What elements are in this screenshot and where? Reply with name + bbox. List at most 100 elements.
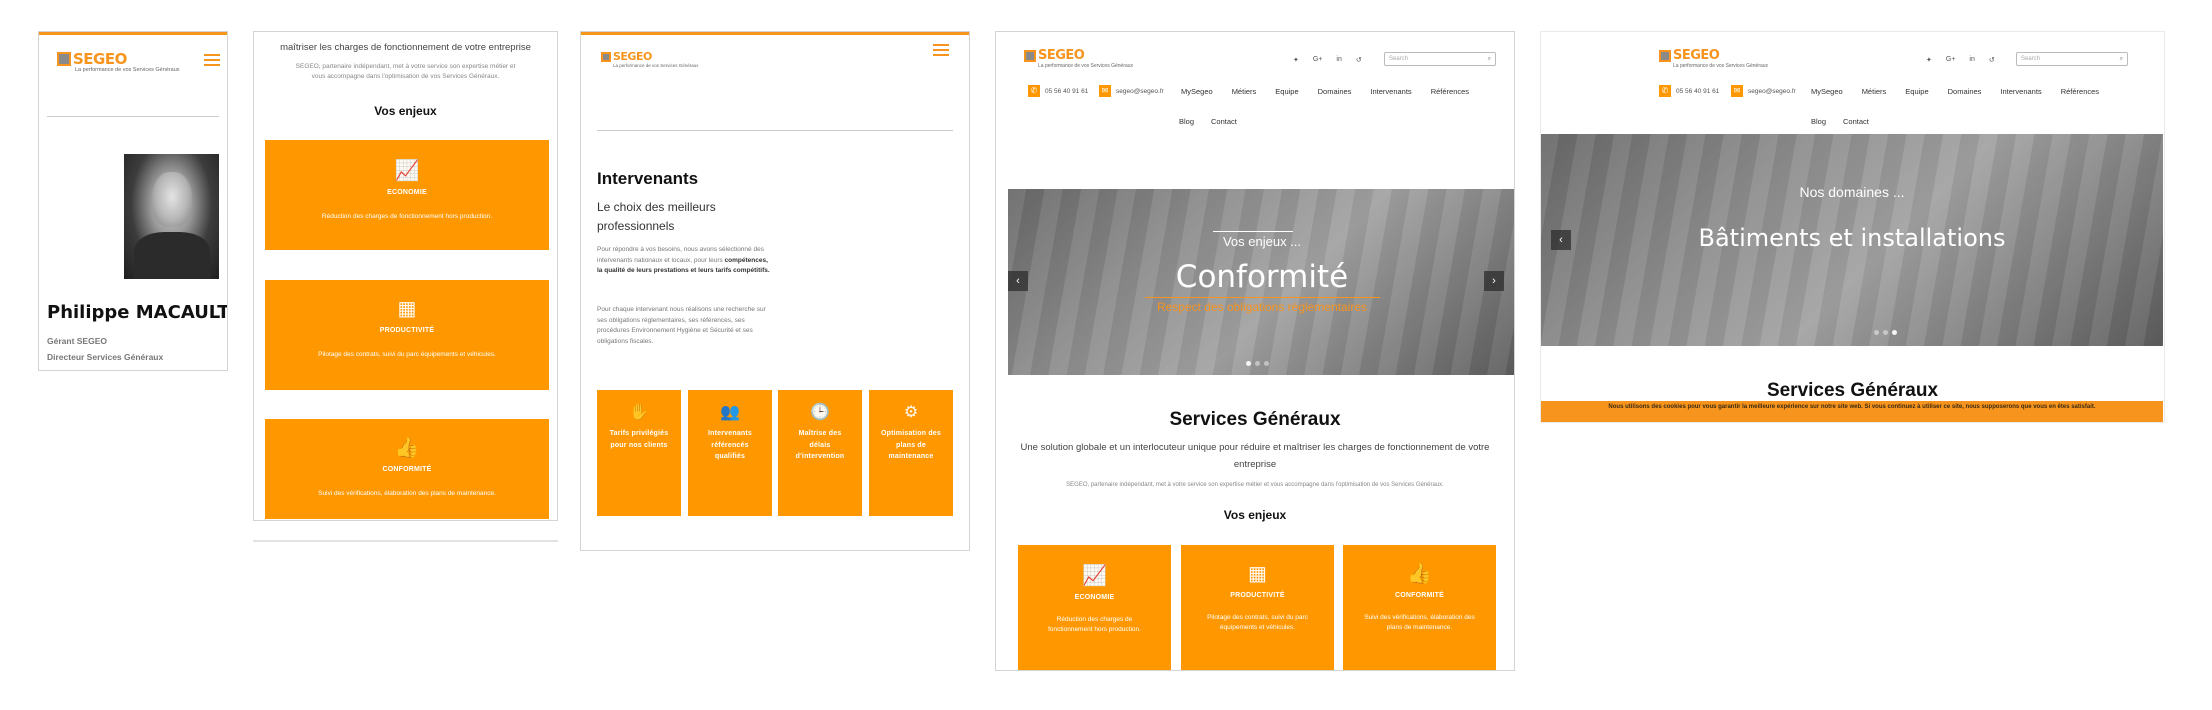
viadeo-icon[interactable]: ↺	[1989, 56, 1995, 64]
search-input[interactable]: Search ⌕	[1384, 52, 1496, 66]
person-role-2: Directeur Services Généraux	[47, 352, 164, 362]
phone-icon: ✆	[1659, 85, 1671, 97]
slider-prev-icon[interactable]: ‹	[1551, 230, 1571, 250]
panel-shadow	[253, 540, 558, 542]
card-title: ECONOMIE	[1074, 594, 1115, 601]
card-intervenants[interactable]: 👥 Intervenants référencés qualifiés	[688, 390, 772, 516]
phone-contact[interactable]: ✆ 05 56 40 91 61	[1028, 85, 1088, 97]
card-title: CONFORMITÉ	[1394, 592, 1445, 599]
nav-equipe[interactable]: Equipe	[1275, 87, 1298, 96]
nav-references[interactable]: Références	[1431, 87, 1469, 96]
nav-metiers[interactable]: Métiers	[1862, 87, 1887, 96]
nav-mysegeo[interactable]: MySegeo	[1811, 87, 1843, 96]
nav-mysegeo[interactable]: MySegeo	[1181, 87, 1213, 96]
chart-icon: 📈	[394, 160, 420, 182]
nav-domaines[interactable]: Domaines	[1318, 87, 1352, 96]
panel-profile: SEGEO La performance de vos Services Gén…	[38, 31, 228, 371]
chart-icon: 📈	[1082, 565, 1107, 587]
phone-number: 05 56 40 91 61	[1045, 87, 1089, 95]
nav-intervenants[interactable]: Intervenants	[2000, 87, 2041, 96]
logo[interactable]: SEGEO La performance de vos Services Gén…	[601, 50, 699, 68]
nav-blog[interactable]: Blog	[1811, 117, 1826, 126]
nav-metiers[interactable]: Métiers	[1232, 87, 1257, 96]
person-name: Philippe MACAULT	[47, 302, 228, 323]
search-icon[interactable]: ⌕	[1488, 56, 1491, 63]
card-economie[interactable]: 📈 ECONOMIE Réduction des charges de fonc…	[265, 140, 549, 250]
main-nav-2: Blog Contact	[1811, 117, 1869, 126]
person-role: Gérant SEGEO	[47, 336, 107, 346]
main-nav: MySegeo Métiers Equipe Domaines Interven…	[1181, 87, 1469, 96]
logo-mark	[57, 52, 71, 66]
twitter-icon[interactable]: ✦	[1293, 56, 1299, 64]
card-label: Maîtrise des délais d'intervention	[795, 430, 845, 461]
card-label: Tarifs privilégiés pour nos clients	[609, 430, 669, 449]
nav-blog[interactable]: Blog	[1179, 117, 1194, 126]
card-desc: Pilotage des contrats, suivi du parc équ…	[1207, 614, 1308, 631]
clock-icon: 🕒	[810, 404, 830, 421]
email-contact[interactable]: ✉ segeo@segeo.fr	[1099, 85, 1164, 97]
search-icon[interactable]: ⌕	[2120, 56, 2123, 63]
accent-bar	[39, 32, 227, 35]
nav-contact[interactable]: Contact	[1843, 117, 1869, 126]
gears-icon: ⚙	[903, 404, 919, 421]
search-placeholder: Search	[1389, 56, 1409, 62]
hero-title: Bâtiments et installations	[1698, 224, 2006, 252]
card-title: PRODUCTIVITÉ	[1230, 592, 1285, 599]
email-contact[interactable]: ✉ segeo@segeo.fr	[1731, 85, 1796, 97]
phone-number: 05 56 40 91 61	[1676, 87, 1720, 95]
hamburger-icon[interactable]	[204, 54, 220, 66]
thumbs-up-icon: 👍	[394, 437, 420, 459]
nav-intervenants[interactable]: Intervenants	[1370, 87, 1411, 96]
logo-mark	[601, 51, 611, 62]
hero-subtitle: Respect des obligations réglementaires	[1156, 300, 1368, 314]
card-conformite[interactable]: 👍 CONFORMITÉ Suivi des vérifications, él…	[1343, 545, 1496, 670]
card-tarifs[interactable]: ✋ Tarifs privilégiés pour nos clients	[597, 390, 681, 516]
slider-dots[interactable]	[1246, 361, 1269, 366]
card-title: ECONOMIE	[387, 189, 427, 196]
slider-next-icon[interactable]: ›	[1484, 271, 1504, 291]
blocks-icon: ▦	[1248, 563, 1267, 585]
card-economie[interactable]: 📈 ECONOMIE Réduction des charges de fonc…	[1018, 545, 1171, 670]
linkedin-icon[interactable]: in	[1969, 56, 1974, 64]
slider-dots[interactable]	[1874, 330, 1897, 335]
social-links: ✦ G+ in ↺	[1293, 56, 1362, 64]
people-icon: 👥	[720, 404, 740, 421]
card-productivite[interactable]: ▦ PRODUCTIVITÉ Pilotage des contrats, su…	[1181, 545, 1334, 670]
page-heading: Services Généraux	[1766, 380, 1939, 401]
nav-domaines[interactable]: Domaines	[1948, 87, 1982, 96]
hamburger-icon[interactable]	[933, 44, 949, 56]
google-plus-icon[interactable]: G+	[1946, 56, 1956, 64]
panel-intervenants: SEGEO La performance de vos Services Gén…	[580, 31, 970, 551]
card-conformite[interactable]: 👍 CONFORMITÉ Suivi des vérifications, él…	[265, 419, 549, 519]
logo-tagline: La performance de vos Services Généraux	[613, 63, 699, 68]
search-input[interactable]: Search ⌕	[2016, 52, 2128, 66]
divider	[47, 116, 219, 117]
social-links: ✦ G+ in ↺	[1926, 56, 1995, 64]
hero-title: Conformité	[1175, 259, 1349, 295]
blocks-icon: ▦	[397, 298, 417, 320]
cookie-banner[interactable]: Nous utilisons des cookies pour vous gar…	[1541, 401, 2163, 422]
slider-prev-icon[interactable]: ‹	[1008, 271, 1028, 291]
nav-equipe[interactable]: Equipe	[1905, 87, 1928, 96]
phone-contact[interactable]: ✆ 05 56 40 91 61	[1659, 85, 1719, 97]
nav-references[interactable]: Références	[2061, 87, 2099, 96]
logo-text: SEGEO	[613, 50, 652, 63]
card-desc: Suivi des vérifications, élaboration des…	[1364, 614, 1475, 631]
hero-slider: Nos domaines ... Bâtiments et installati…	[1541, 134, 2163, 346]
lead-text: Une solution globale et un interlocuteur…	[1020, 442, 1490, 470]
logo[interactable]: SEGEO La performance de vos Services Gén…	[1024, 48, 1133, 69]
nav-contact[interactable]: Contact	[1211, 117, 1237, 126]
card-optimisation[interactable]: ⚙ Optimisation des plans de maintenance	[869, 390, 953, 516]
email-address: segeo@segeo.fr	[1748, 87, 1796, 95]
card-productivite[interactable]: ▦ PRODUCTIVITÉ Pilotage des contrats, su…	[265, 280, 549, 390]
linkedin-icon[interactable]: in	[1336, 56, 1341, 64]
twitter-icon[interactable]: ✦	[1926, 56, 1932, 64]
card-delais[interactable]: 🕒 Maîtrise des délais d'intervention	[778, 390, 862, 516]
logo[interactable]: SEGEO La performance de vos Services Gén…	[57, 50, 180, 73]
logo[interactable]: SEGEO La performance de vos Services Gén…	[1659, 48, 1768, 69]
google-plus-icon[interactable]: G+	[1313, 56, 1323, 64]
viadeo-icon[interactable]: ↺	[1356, 56, 1362, 64]
card-desc: Pilotage des contrats, suivi du parc équ…	[318, 351, 496, 358]
logo-mark	[1024, 49, 1036, 62]
card-title: CONFORMITÉ	[382, 466, 432, 473]
